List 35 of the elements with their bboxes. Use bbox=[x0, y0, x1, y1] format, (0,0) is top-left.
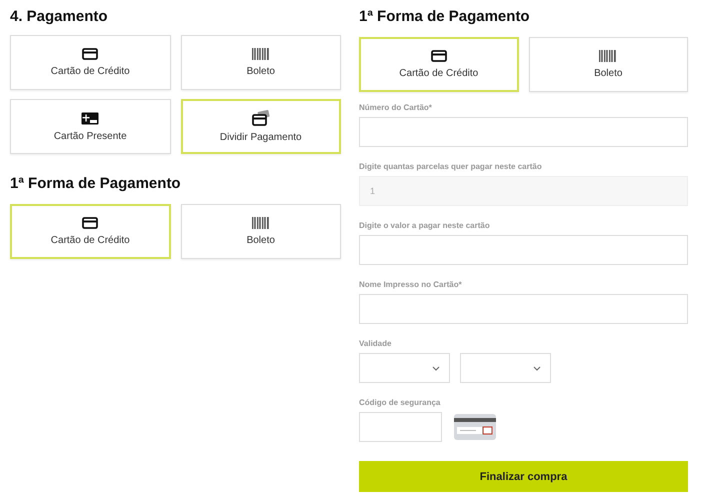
barcode-icon bbox=[599, 50, 618, 62]
year-select[interactable] bbox=[460, 353, 551, 383]
month-select[interactable] bbox=[359, 353, 450, 383]
field-label: Validade bbox=[359, 339, 392, 349]
field-label: Digite quantas parcelas quer pagar neste cartão bbox=[359, 162, 543, 172]
gift-card-icon bbox=[81, 112, 100, 124]
chevron-down-icon bbox=[432, 366, 440, 370]
credit-card-icon bbox=[430, 50, 447, 62]
stacked-cards-icon bbox=[252, 110, 270, 126]
payment-option[interactable]: Dividir Pagamento bbox=[180, 99, 341, 154]
payment-option[interactable]: Cartão de Crédito bbox=[10, 204, 170, 259]
credit-card-icon bbox=[82, 48, 98, 60]
payment-option[interactable]: Boleto bbox=[180, 204, 341, 259]
field-label: Digite o valor a pagar neste cartão bbox=[359, 221, 491, 231]
input-field[interactable] bbox=[359, 294, 688, 324]
credit-card-icon bbox=[82, 217, 98, 229]
card-back-icon bbox=[454, 414, 496, 440]
field-label: Número do Cartão* bbox=[359, 103, 433, 113]
section-title: 1ª Forma de Pagamento bbox=[10, 175, 182, 193]
payment-option[interactable]: Cartão Presente bbox=[10, 99, 170, 154]
payment-option[interactable]: Boleto bbox=[180, 35, 341, 90]
chevron-down-icon bbox=[533, 366, 541, 370]
payment-option[interactable]: Cartão de Crédito bbox=[10, 35, 170, 90]
field-label: Nome Impresso no Cartão* bbox=[359, 280, 463, 290]
barcode-icon bbox=[252, 48, 270, 60]
section-title: 1ª Forma de Pagamento bbox=[359, 8, 531, 26]
input-field[interactable] bbox=[359, 235, 688, 265]
section-title: 4. Pagamento bbox=[10, 8, 109, 26]
payment-option[interactable]: Boleto bbox=[528, 37, 688, 92]
field-label: Código de segurança bbox=[359, 398, 442, 408]
submit-button[interactable]: Finalizar compra bbox=[359, 461, 688, 492]
barcode-icon bbox=[252, 217, 270, 229]
payment-option[interactable]: Cartão de Crédito bbox=[359, 37, 518, 92]
input-field[interactable] bbox=[359, 117, 688, 147]
input-field[interactable] bbox=[359, 412, 442, 442]
